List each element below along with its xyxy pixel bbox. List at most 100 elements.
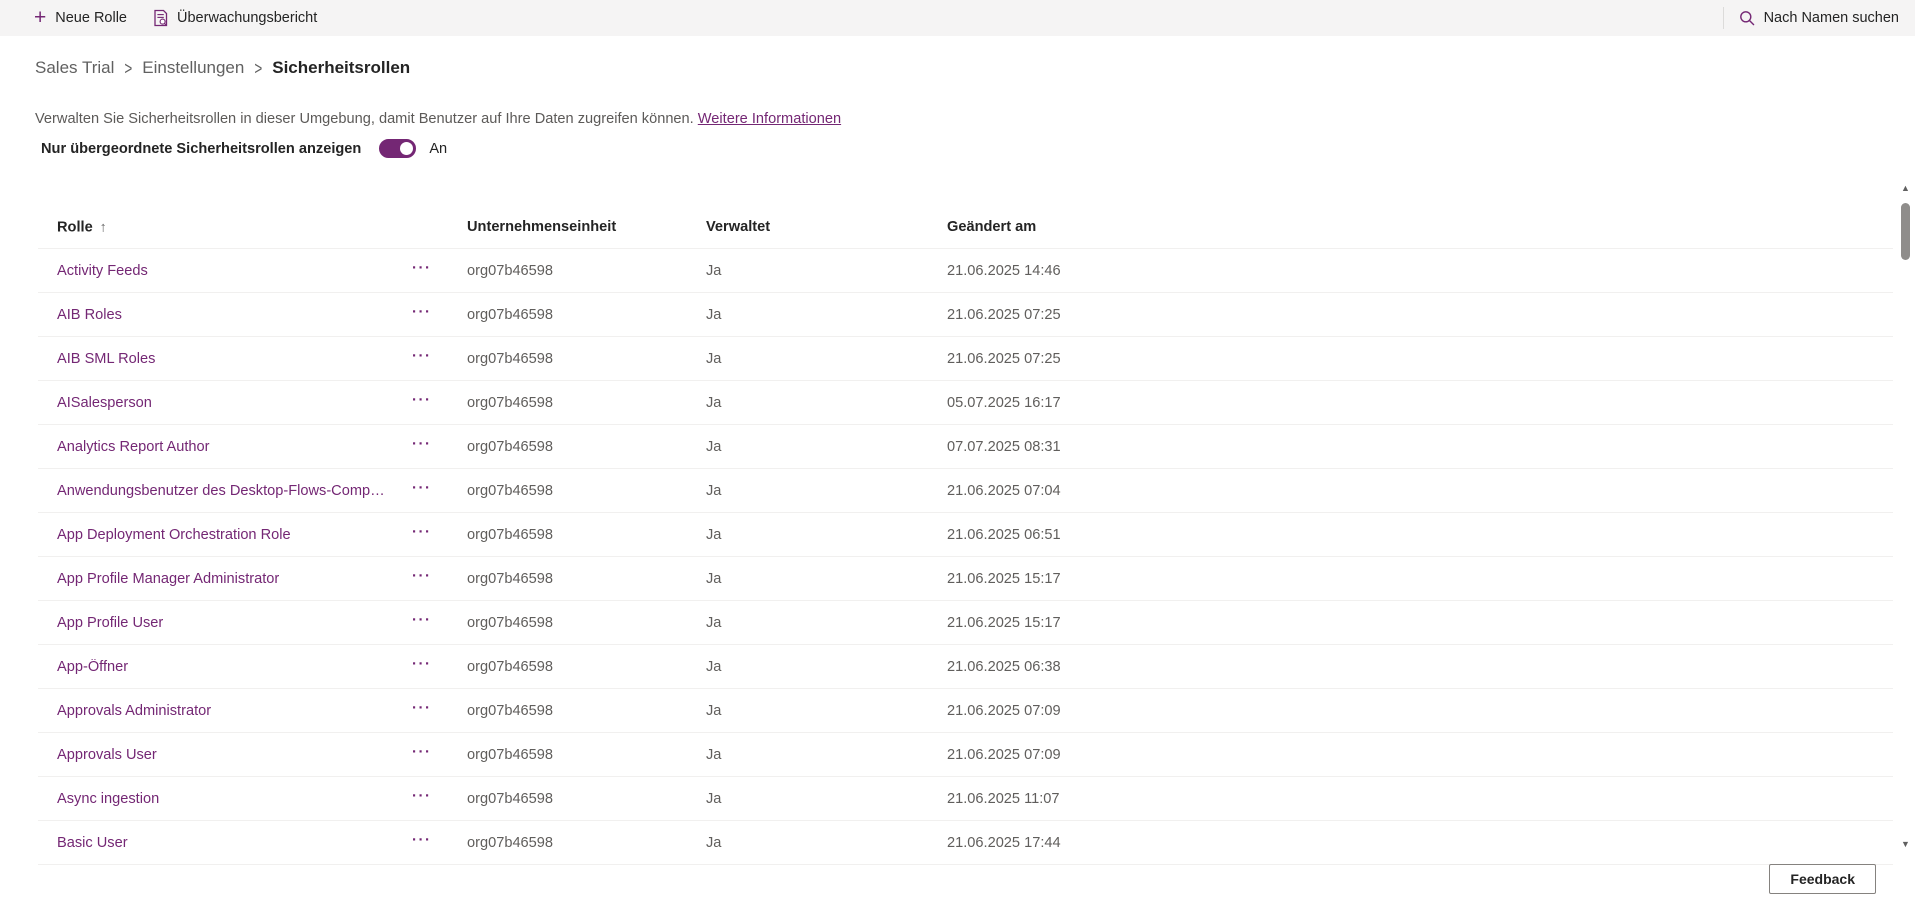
new-role-button[interactable]: + Neue Rolle <box>21 0 140 36</box>
role-link[interactable]: App-Öffner <box>57 659 128 675</box>
role-link[interactable]: Approvals User <box>57 747 157 763</box>
vertical-scrollbar: ▲ ▼ <box>1898 182 1913 850</box>
page-title: Sicherheitsrollen <box>272 58 410 78</box>
column-header-role[interactable]: Rolle↑ <box>57 218 107 235</box>
row-modified: 21.06.2025 07:09 <box>947 747 1061 763</box>
row-modified: 21.06.2025 17:44 <box>947 835 1061 851</box>
column-header-managed[interactable]: Verwaltet <box>706 219 770 235</box>
row-modified: 21.06.2025 06:51 <box>947 527 1061 543</box>
command-bar: + Neue Rolle Überwachungsbericht <box>0 0 1915 36</box>
row-more-options-icon[interactable]: ··· <box>410 572 434 586</box>
row-managed: Ja <box>706 615 721 631</box>
column-header-modified[interactable]: Geändert am <box>947 219 1036 235</box>
row-more-options-icon[interactable]: ··· <box>410 308 434 322</box>
table-row: Anwendungsbenutzer des Desktop-Flows-Com… <box>38 469 1893 513</box>
row-more-options-icon[interactable]: ··· <box>410 704 434 718</box>
row-modified: 21.06.2025 07:25 <box>947 351 1061 367</box>
search-by-name-button[interactable]: Nach Namen suchen <box>1724 0 1915 36</box>
row-managed: Ja <box>706 835 721 851</box>
row-more-options-icon[interactable]: ··· <box>410 836 434 850</box>
audit-report-button[interactable]: Überwachungsbericht <box>140 0 330 36</box>
table-header-row: Rolle↑ Unternehmenseinheit Verwaltet Geä… <box>38 205 1893 249</box>
new-role-label: Neue Rolle <box>55 10 127 26</box>
row-more-options-icon[interactable]: ··· <box>410 440 434 454</box>
row-business-unit: org07b46598 <box>467 527 553 543</box>
row-modified: 21.06.2025 15:17 <box>947 571 1061 587</box>
learn-more-link[interactable]: Weitere Informationen <box>698 111 841 127</box>
page-description: Verwalten Sie Sicherheitsrollen in diese… <box>35 111 841 127</box>
security-roles-table: Rolle↑ Unternehmenseinheit Verwaltet Geä… <box>38 205 1893 865</box>
column-header-business-unit[interactable]: Unternehmenseinheit <box>467 219 616 235</box>
row-modified: 21.06.2025 14:46 <box>947 263 1061 279</box>
plus-icon: + <box>34 7 46 28</box>
row-more-options-icon[interactable]: ··· <box>410 660 434 674</box>
breadcrumb-settings[interactable]: Einstellungen <box>142 58 244 78</box>
row-more-options-icon[interactable]: ··· <box>410 792 434 806</box>
row-managed: Ja <box>706 395 721 411</box>
row-business-unit: org07b46598 <box>467 703 553 719</box>
parent-roles-toggle[interactable] <box>379 139 416 158</box>
scrollbar-thumb[interactable] <box>1901 203 1910 260</box>
row-business-unit: org07b46598 <box>467 615 553 631</box>
command-bar-right: Nach Namen suchen <box>1723 0 1915 36</box>
row-managed: Ja <box>706 351 721 367</box>
row-business-unit: org07b46598 <box>467 791 553 807</box>
row-managed: Ja <box>706 263 721 279</box>
row-business-unit: org07b46598 <box>467 659 553 675</box>
row-managed: Ja <box>706 571 721 587</box>
row-more-options-icon[interactable]: ··· <box>410 528 434 542</box>
table-row: App Deployment Orchestration Role ··· or… <box>38 513 1893 557</box>
scroll-down-icon[interactable]: ▼ <box>1898 838 1913 850</box>
role-link[interactable]: Basic User <box>57 835 128 851</box>
breadcrumb: Sales Trial > Einstellungen > Sicherheit… <box>35 58 410 78</box>
table-row: App Profile User ··· org07b46598 Ja 21.0… <box>38 601 1893 645</box>
role-link[interactable]: App Profile User <box>57 615 163 631</box>
scroll-up-icon[interactable]: ▲ <box>1898 182 1913 194</box>
parent-roles-toggle-label: Nur übergeordnete Sicherheitsrollen anze… <box>41 141 361 157</box>
row-modified: 21.06.2025 07:09 <box>947 703 1061 719</box>
search-icon <box>1739 10 1755 26</box>
role-link[interactable]: AIB Roles <box>57 307 122 323</box>
row-managed: Ja <box>706 307 721 323</box>
row-managed: Ja <box>706 747 721 763</box>
role-link[interactable]: AISalesperson <box>57 395 152 411</box>
row-more-options-icon[interactable]: ··· <box>410 264 434 278</box>
table-row: Activity Feeds ··· org07b46598 Ja 21.06.… <box>38 249 1893 293</box>
toggle-knob <box>400 142 413 155</box>
row-business-unit: org07b46598 <box>467 747 553 763</box>
table-row: App-Öffner ··· org07b46598 Ja 21.06.2025… <box>38 645 1893 689</box>
command-bar-left: + Neue Rolle Überwachungsbericht <box>0 0 330 36</box>
row-modified: 21.06.2025 06:38 <box>947 659 1061 675</box>
role-link[interactable]: Async ingestion <box>57 791 159 807</box>
row-more-options-icon[interactable]: ··· <box>410 484 434 498</box>
table-row: Analytics Report Author ··· org07b46598 … <box>38 425 1893 469</box>
description-text: Verwalten Sie Sicherheitsrollen in diese… <box>35 111 698 127</box>
role-link[interactable]: Approvals Administrator <box>57 703 211 719</box>
filter-row: Nur übergeordnete Sicherheitsrollen anze… <box>41 139 447 158</box>
table-row: Approvals Administrator ··· org07b46598 … <box>38 689 1893 733</box>
row-business-unit: org07b46598 <box>467 395 553 411</box>
role-link[interactable]: Analytics Report Author <box>57 439 210 455</box>
row-business-unit: org07b46598 <box>467 483 553 499</box>
row-more-options-icon[interactable]: ··· <box>410 616 434 630</box>
role-link[interactable]: App Deployment Orchestration Role <box>57 527 291 543</box>
role-link[interactable]: Activity Feeds <box>57 263 148 279</box>
row-business-unit: org07b46598 <box>467 351 553 367</box>
role-link[interactable]: App Profile Manager Administrator <box>57 571 279 587</box>
table-row: App Profile Manager Administrator ··· or… <box>38 557 1893 601</box>
row-managed: Ja <box>706 791 721 807</box>
row-more-options-icon[interactable]: ··· <box>410 396 434 410</box>
row-managed: Ja <box>706 439 721 455</box>
row-managed: Ja <box>706 703 721 719</box>
row-managed: Ja <box>706 527 721 543</box>
row-more-options-icon[interactable]: ··· <box>410 748 434 762</box>
feedback-button[interactable]: Feedback <box>1769 864 1876 894</box>
role-link[interactable]: AIB SML Roles <box>57 351 155 367</box>
role-link[interactable]: Anwendungsbenutzer des Desktop-Flows-Com… <box>57 483 389 499</box>
breadcrumb-environment[interactable]: Sales Trial <box>35 58 114 78</box>
row-managed: Ja <box>706 483 721 499</box>
row-business-unit: org07b46598 <box>467 263 553 279</box>
row-business-unit: org07b46598 <box>467 571 553 587</box>
audit-report-label: Überwachungsbericht <box>177 10 317 26</box>
row-more-options-icon[interactable]: ··· <box>410 352 434 366</box>
